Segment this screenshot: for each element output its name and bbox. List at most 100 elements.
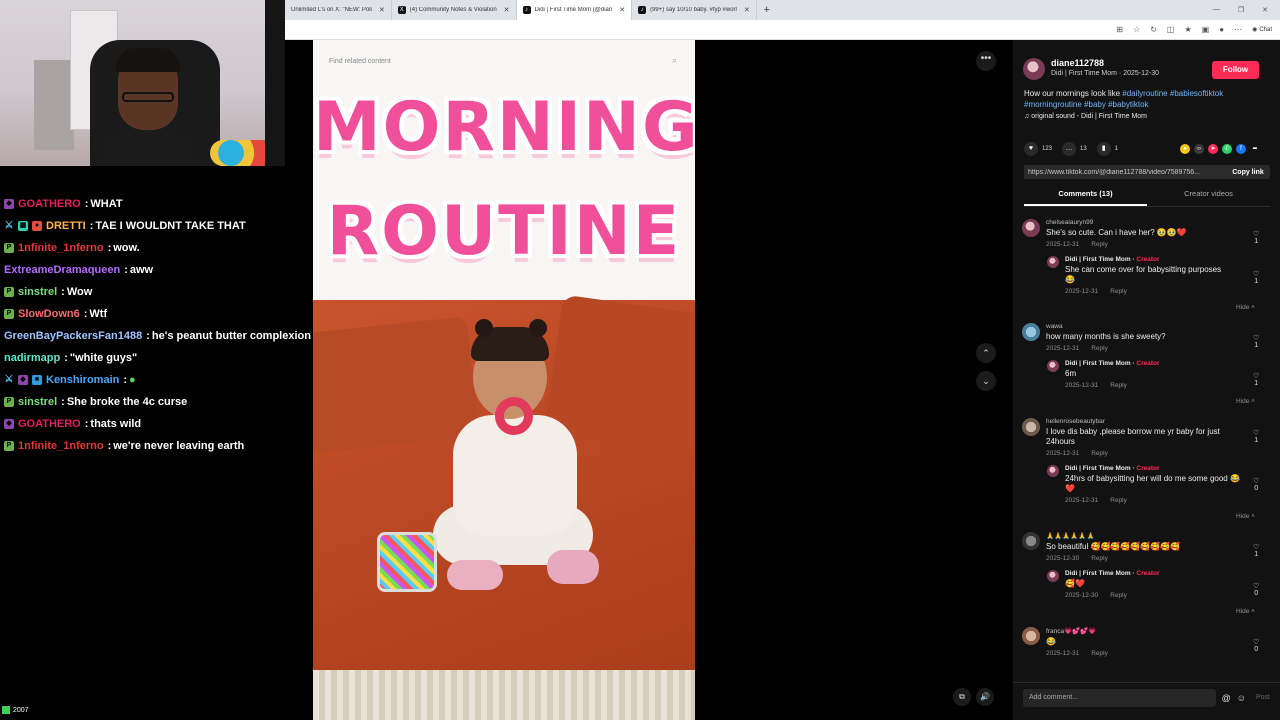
next-video-button[interactable]: ⌄ — [976, 371, 996, 391]
browser-tab[interactable]: ♪ (99+) say 10/10 baby. #fyp #worl ✕ — [632, 0, 757, 20]
reply-button[interactable]: Reply — [1110, 497, 1127, 504]
post-button[interactable]: Post — [1256, 694, 1270, 701]
hide-replies-button[interactable]: Hide ˄ — [1236, 513, 1255, 520]
commenter-name[interactable]: wawa — [1046, 323, 1166, 330]
add-comment-input[interactable]: Add comment... — [1023, 688, 1216, 707]
profile-icon[interactable]: ● — [1219, 25, 1224, 34]
hide-replies-button[interactable]: Hide ˄ — [1236, 608, 1255, 615]
comment-like[interactable]: ♡ 0 — [1253, 638, 1259, 653]
sword-badge-icon: ⚔ — [4, 374, 14, 385]
author-handle[interactable]: diane112788 — [1051, 58, 1159, 68]
reply-button[interactable]: Reply — [1091, 241, 1108, 248]
split-icon[interactable]: ◫ — [1167, 25, 1175, 34]
favorites-icon[interactable]: ★ — [1184, 25, 1191, 34]
volume-button[interactable]: 🔊 — [976, 688, 994, 706]
reply-like[interactable]: ♡ 1 — [1253, 270, 1259, 285]
save-button[interactable]: ▮ 1 — [1096, 142, 1118, 156]
reply-button[interactable]: Reply — [1091, 555, 1108, 562]
related-search-input[interactable]: Find related content ⌕ — [321, 52, 685, 70]
previous-video-button[interactable]: ⌃ — [976, 343, 996, 363]
tab-close-icon[interactable]: ✕ — [379, 6, 385, 14]
video-player[interactable]: MORNING ROUTINE Find related content ⌕ — [313, 40, 695, 720]
tab-close-icon[interactable]: ✕ — [504, 6, 510, 14]
bookmark-star-icon[interactable]: ☆ — [1133, 25, 1140, 34]
like-button[interactable]: ♥ 123 — [1024, 142, 1052, 156]
commenter-avatar[interactable] — [1022, 532, 1040, 550]
mention-icon[interactable]: @ — [1222, 693, 1231, 703]
hide-replies-button[interactable]: Hide ˄ — [1236, 304, 1255, 311]
comment-like[interactable]: ♡ 1 — [1253, 429, 1259, 444]
reply-button[interactable]: Reply — [1091, 650, 1108, 657]
refresh-icon[interactable]: ↻ — [1150, 25, 1157, 34]
pip-button[interactable]: ⧉ — [953, 688, 971, 706]
reply-button[interactable]: Reply — [1110, 382, 1127, 389]
tab-comments[interactable]: Comments (13) — [1024, 189, 1147, 206]
comment-button[interactable]: … 13 — [1062, 142, 1087, 156]
commenter-avatar[interactable] — [1022, 418, 1040, 436]
copy-link-button[interactable]: Copy link — [1226, 169, 1270, 176]
heart-outline-icon: ♡ — [1253, 335, 1260, 342]
commenter-avatar[interactable] — [1022, 219, 1040, 237]
emoji-icon[interactable]: ☺ — [1237, 693, 1246, 703]
commenter-avatar[interactable] — [1022, 627, 1040, 645]
reply-button[interactable]: Reply — [1091, 345, 1108, 352]
share-icon[interactable]: ➦ — [1250, 144, 1260, 154]
send-icon[interactable]: ➤ — [1208, 144, 1218, 154]
chat-username: GOATHERO — [18, 198, 81, 210]
browser-tab[interactable]: Unlimited L's on X: "NEW: Poli ✕ — [285, 0, 392, 20]
hide-replies-button[interactable]: Hide ˄ — [1236, 398, 1255, 405]
commenter-name[interactable]: hellenrosebeautybar — [1046, 418, 1246, 425]
comment-like[interactable]: ♡ 1 — [1253, 334, 1259, 349]
copilot-icon: ◉ — [1252, 27, 1258, 33]
collections-icon[interactable]: ▣ — [1202, 25, 1210, 34]
reply-author[interactable]: Didi | First Time Mom — [1065, 465, 1131, 472]
reply-button[interactable]: Reply — [1091, 450, 1108, 457]
comment-like[interactable]: ♡ 1 — [1253, 543, 1259, 558]
commenter-name[interactable]: 🙏🙏🙏🙏🙏🙏 — [1046, 532, 1180, 540]
comment-like[interactable]: ♡ 1 — [1253, 230, 1259, 245]
browser-tab-active[interactable]: ♪ Didi | First Time Mom (@dian ✕ — [516, 0, 633, 20]
reply-author[interactable]: Didi | First Time Mom — [1065, 360, 1131, 367]
author-avatar[interactable] — [1023, 58, 1045, 80]
hashtag-link[interactable]: #dailyroutine — [1122, 89, 1167, 98]
tab-close-icon[interactable]: ✕ — [744, 6, 750, 14]
close-icon[interactable]: ✕ — [1262, 6, 1268, 14]
extension-icon[interactable]: ⊞ — [1116, 25, 1123, 34]
sound-link[interactable]: ♫ original sound - Didi | First Time Mom — [1024, 113, 1147, 120]
commenter-avatar[interactable] — [1022, 323, 1040, 341]
reply-author[interactable]: Didi | First Time Mom — [1065, 570, 1131, 577]
reply-button[interactable]: Reply — [1110, 592, 1127, 599]
commenter-name[interactable]: chelsealauryn99 — [1046, 219, 1187, 226]
embed-icon[interactable]: ‹› — [1194, 144, 1204, 154]
more-icon[interactable]: ⋯ — [1234, 25, 1242, 34]
creator-avatar[interactable] — [1047, 570, 1059, 582]
copilot-chat-button[interactable]: ◉ Chat — [1252, 26, 1272, 34]
reply-button[interactable]: Reply — [1110, 288, 1127, 295]
video-link-field[interactable]: https://www.tiktok.com/@diane112788/vide… — [1024, 165, 1270, 179]
minimize-icon[interactable]: — — [1213, 6, 1220, 14]
reply-author[interactable]: Didi | First Time Mom — [1065, 256, 1131, 263]
restore-icon[interactable]: ❐ — [1238, 6, 1244, 14]
creator-avatar[interactable] — [1047, 256, 1059, 268]
hashtag-link[interactable]: #morningroutine — [1024, 100, 1082, 109]
browser-tab[interactable]: X (4) Community Notes & Violation ✕ — [392, 0, 517, 20]
tab-creator-videos[interactable]: Creator videos — [1147, 189, 1270, 206]
follow-button[interactable]: Follow — [1212, 61, 1259, 79]
commenter-name[interactable]: franca💗💕💕💗 — [1046, 627, 1108, 635]
facebook-icon[interactable]: f — [1236, 144, 1246, 154]
reply-like[interactable]: ♡ 0 — [1253, 582, 1259, 597]
new-tab-button[interactable]: + — [757, 4, 777, 16]
search-icon[interactable]: ⌕ — [672, 55, 677, 66]
creator-avatar[interactable] — [1047, 360, 1059, 372]
whatsapp-icon[interactable]: ✆ — [1222, 144, 1232, 154]
hashtag-link[interactable]: #baby — [1084, 100, 1106, 109]
reply-like[interactable]: ♡ 0 — [1253, 477, 1259, 492]
tab-close-icon[interactable]: ✕ — [619, 6, 625, 14]
hashtag-link[interactable]: #babiesoftiktok — [1170, 89, 1223, 98]
badge-icon: ▦ — [18, 221, 28, 231]
more-options-button[interactable]: ••• — [976, 51, 996, 71]
repost-icon[interactable]: ● — [1180, 144, 1190, 154]
reply-like[interactable]: ♡ 1 — [1253, 372, 1259, 387]
hashtag-link[interactable]: #babytiktok — [1108, 100, 1148, 109]
creator-avatar[interactable] — [1047, 465, 1059, 477]
